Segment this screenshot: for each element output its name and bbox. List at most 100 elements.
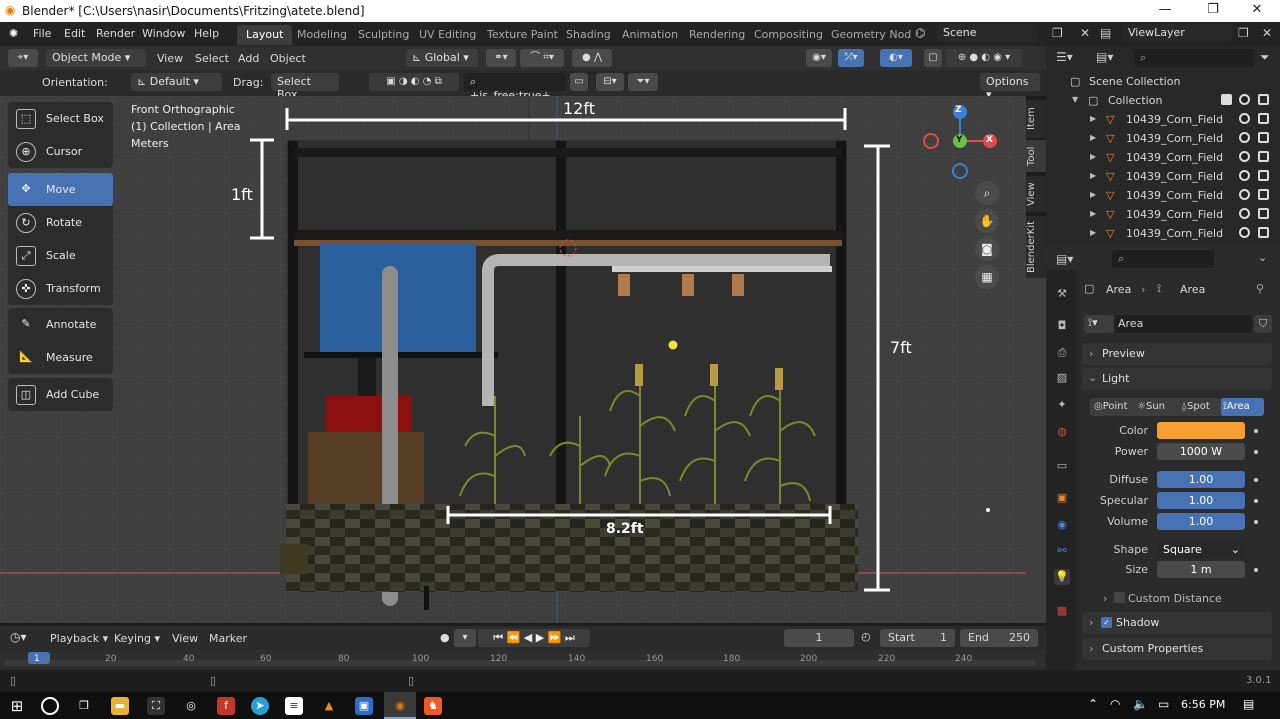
fritzing-icon[interactable]: f <box>217 697 235 715</box>
shadow-checkbox[interactable]: ✓ <box>1101 617 1112 628</box>
eye-icon[interactable] <box>1239 189 1250 200</box>
eye-icon[interactable] <box>1239 113 1250 124</box>
camera-icon[interactable] <box>1258 151 1269 162</box>
tool-annotate[interactable]: ✎ Annotate <box>8 308 113 341</box>
clock[interactable]: 6:56 PM <box>1181 698 1225 711</box>
network-icon[interactable]: ◠ <box>1110 697 1120 711</box>
pivot-icon[interactable]: ⚭▾ <box>486 49 516 67</box>
expand-icon[interactable]: ▶ <box>1090 114 1096 123</box>
delete-scene-icon[interactable]: ✕ <box>1080 26 1090 40</box>
camera-icon[interactable] <box>1258 189 1269 200</box>
editor-type-icon[interactable]: ⌖▾ <box>8 49 38 67</box>
specular-field[interactable]: 1.00 <box>1157 492 1245 509</box>
light-color-swatch[interactable] <box>1157 422 1245 439</box>
camera-icon[interactable]: ◙ <box>975 237 999 261</box>
gizmo-z-label[interactable]: Z <box>955 105 962 115</box>
task-view-icon[interactable]: ❐ <box>75 697 93 715</box>
collection-props-icon[interactable]: ▭ <box>1054 458 1070 474</box>
eye-icon[interactable] <box>1239 170 1250 181</box>
outliner-search-field[interactable]: ⌕ <box>1134 49 1254 67</box>
outliner-item[interactable]: ▶ ▽ 10439_Corn_Field <box>1046 167 1280 186</box>
new-scene-icon[interactable]: ❐ <box>1052 26 1063 40</box>
tool-rotate[interactable]: ↻ Rotate <box>8 206 113 239</box>
menu-object[interactable]: Object <box>270 52 306 65</box>
eye-icon[interactable] <box>1239 151 1250 162</box>
tray-chevron-icon[interactable]: ⌃ <box>1088 697 1098 711</box>
view-layer-props-icon[interactable]: ▨ <box>1054 370 1070 386</box>
chrome-icon[interactable]: ◎ <box>182 697 200 715</box>
drag-dropdown[interactable]: Select Box <box>271 73 339 101</box>
windows-start-icon[interactable]: ⊞ <box>8 697 26 715</box>
outliner-item[interactable]: ▶ ▽ 10439_Corn_Field <box>1046 205 1280 224</box>
render-props-icon[interactable]: ◘ <box>1054 318 1070 334</box>
tab-shading[interactable]: Shading <box>557 25 620 45</box>
tool-add-cube[interactable]: ◫ Add Cube <box>8 378 113 411</box>
expand-icon[interactable]: ▶ <box>1090 228 1096 237</box>
tool-scale[interactable]: ⤢ Scale <box>8 239 113 272</box>
expand-icon[interactable]: ▶ <box>1090 133 1096 142</box>
3d-viewport[interactable]: 12ft 1ft 7ft 8.2ft Z Y X Front Orthograp… <box>0 96 1026 623</box>
gizmo-y-label[interactable]: Y <box>956 135 963 145</box>
delete-view-layer-icon[interactable]: ✕ <box>1262 26 1272 40</box>
proportional-edit-icon[interactable]: ● ⋀ <box>572 49 612 67</box>
minimize-button[interactable]: — <box>1150 2 1180 17</box>
notifications-icon[interactable]: ▤ <box>1243 697 1254 711</box>
eye-icon[interactable] <box>1239 208 1250 219</box>
marker-menu[interactable]: Marker <box>209 632 247 645</box>
tab-texture-paint[interactable]: Texture Paint <box>478 25 567 45</box>
tool-measure[interactable]: 📐 Measure <box>8 341 113 374</box>
pan-hand-icon[interactable]: ✋ <box>975 209 999 233</box>
preview-range-icon[interactable]: ◴ <box>861 630 871 643</box>
menu-file[interactable]: File <box>33 27 51 40</box>
collapse-icon[interactable]: ▭ <box>570 73 588 91</box>
keying-menu[interactable]: Keying ▾ <box>114 632 160 645</box>
outliner-editor-icon[interactable]: ☰▾ <box>1056 50 1073 64</box>
scene-selector[interactable]: Scene <box>937 24 1037 42</box>
custom-properties-header[interactable]: › Custom Properties <box>1082 638 1272 660</box>
tool-select-box[interactable]: ⬚ Select Box <box>8 102 113 135</box>
light-type-spot[interactable]: ⍙Spot <box>1181 401 1210 412</box>
shadow-panel-header[interactable]: › ✓ Shadow <box>1082 612 1272 634</box>
checkbox-icon[interactable] <box>1221 94 1232 105</box>
close-button[interactable]: ✕ <box>1242 2 1272 17</box>
outliner-item[interactable]: ▶ ▽ 10439_Corn_Field <box>1046 186 1280 205</box>
tab-rendering[interactable]: Rendering <box>680 25 754 45</box>
camera-icon[interactable] <box>1258 132 1269 143</box>
transform-orientation-dropdown[interactable]: ⊾ Global ▾ <box>406 49 478 67</box>
tab-uv-editing[interactable]: UV Editing <box>410 25 485 45</box>
tab-geometry-nodes[interactable]: Geometry Nod <box>822 25 920 45</box>
outliner-scene-collection[interactable]: ▢ Scene Collection <box>1046 72 1280 91</box>
size-field[interactable]: 1 m <box>1157 561 1245 578</box>
visibility-icon[interactable]: ◉▾ <box>806 49 832 67</box>
eye-icon[interactable] <box>1239 227 1250 238</box>
properties-editor-icon[interactable]: ▤▾ <box>1056 252 1073 266</box>
tab-animation[interactable]: Animation <box>613 25 687 45</box>
snap-icon[interactable]: ⌒ ⌗▾ <box>520 49 564 67</box>
object-props-icon[interactable]: ▣ <box>1054 490 1070 506</box>
physics-props-icon[interactable]: ◉ <box>1054 517 1070 533</box>
menu-edit[interactable]: Edit <box>64 27 85 40</box>
battery-icon[interactable]: ▭ <box>1158 697 1169 711</box>
gizmo-icon[interactable]: ⤱▾ <box>838 49 864 67</box>
volume-icon[interactable]: 🔈 <box>1133 697 1148 711</box>
ortho-grid-icon[interactable]: ▦ <box>975 265 999 289</box>
display-mode-icon[interactable]: ▤▾ <box>1096 50 1113 64</box>
tool-cursor[interactable]: ⊕ Cursor <box>8 135 113 168</box>
expand-icon[interactable]: ▶ <box>1090 152 1096 161</box>
eye-icon[interactable] <box>1239 94 1250 105</box>
scene-props-icon[interactable]: ✦ <box>1054 397 1070 413</box>
menu-view[interactable]: View <box>157 52 183 65</box>
menu-add[interactable]: Add <box>238 52 259 65</box>
diffuse-field[interactable]: 1.00 <box>1157 471 1245 488</box>
camera-icon[interactable] <box>1258 113 1269 124</box>
preview-panel-header[interactable]: › Preview <box>1082 343 1272 365</box>
timeline-view-menu[interactable]: View <box>172 632 198 645</box>
camera-icon[interactable] <box>1258 227 1269 238</box>
app-icon[interactable]: ▣ <box>355 697 373 715</box>
volume-field[interactable]: 1.00 <box>1157 513 1245 530</box>
gizmo-x-label[interactable]: X <box>986 135 993 145</box>
tool-move[interactable]: ✥ Move <box>8 173 113 206</box>
expand-icon[interactable]: ▶ <box>1090 171 1096 180</box>
constraints-props-icon[interactable]: ⚯ <box>1054 543 1070 559</box>
side-tab-item[interactable]: Item <box>1026 100 1046 138</box>
